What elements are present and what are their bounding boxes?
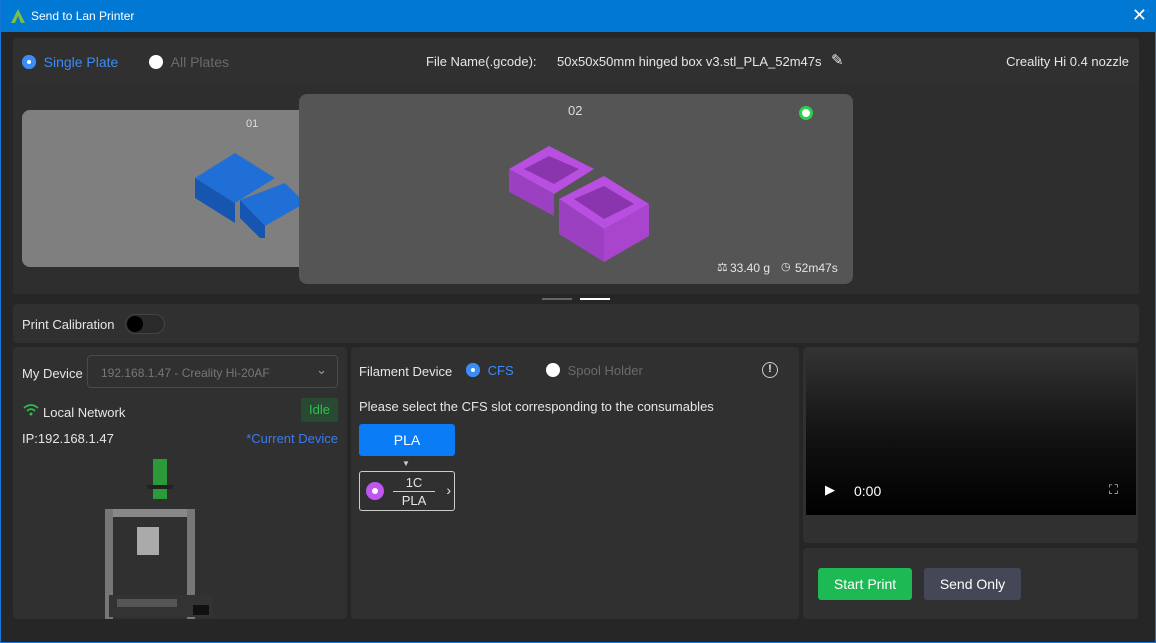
all-plates-radio[interactable]: All Plates [149, 54, 229, 70]
single-plate-radio[interactable]: Single Plate [22, 54, 118, 70]
title-bar: Send to Lan Printer ✕ [1, 0, 1156, 32]
current-device-label: *Current Device [246, 431, 338, 446]
cfs-radio[interactable]: CFS [466, 363, 514, 378]
plate-weight: 33.40 g [730, 261, 771, 275]
actions-panel: Start Print Send Only [803, 548, 1138, 619]
page-dot-2[interactable] [580, 298, 610, 300]
video-time: 0:00 [854, 483, 882, 499]
file-name-value: 50x50x50mm hinged box v3.stl_PLA_52m47s [557, 54, 822, 69]
cfs-slot-selector[interactable]: 1C PLA › [359, 471, 455, 511]
camera-panel: ▶ 0:00 ⛶ [803, 347, 1138, 543]
weight-icon: ⚖ [717, 260, 728, 274]
plate-options-bar: Single Plate All Plates File Name(.gcode… [13, 38, 1139, 84]
info-icon[interactable]: ! [762, 362, 778, 378]
send-only-button[interactable]: Send Only [924, 568, 1021, 600]
slot-material: PLA [401, 493, 427, 508]
camera-video[interactable]: ▶ 0:00 ⛶ [806, 348, 1136, 515]
printer-image [105, 459, 213, 619]
play-icon[interactable]: ▶ [825, 482, 835, 498]
device-ip: IP:192.168.1.47 [22, 431, 114, 446]
my-device-label: My Device [22, 366, 83, 381]
plate-model-thumbnail [509, 146, 649, 262]
slot-id: 1C [393, 475, 435, 492]
close-button[interactable]: ✕ [1132, 5, 1147, 26]
device-panel: My Device 192.168.1.47 - Creality Hi-20A… [13, 347, 347, 619]
start-print-button[interactable]: Start Print [818, 568, 912, 600]
page-dot-1[interactable] [542, 298, 572, 300]
device-select[interactable]: 192.168.1.47 - Creality Hi-20AF ⌄ [87, 355, 338, 388]
plate-card-02[interactable]: 02 ⚖ 33.40 g ◷ 52m47s [299, 94, 853, 284]
device-select-value: 192.168.1.47 - Creality Hi-20AF [101, 366, 270, 380]
slot-color-swatch [366, 482, 384, 500]
printer-preset: Creality Hi 0.4 nozzle [1006, 54, 1129, 69]
plate-card-01[interactable]: 01 [22, 110, 312, 267]
file-name-label: File Name(.gcode): [426, 54, 537, 69]
plate-label: 02 [568, 103, 583, 118]
filament-device-label: Filament Device [359, 364, 453, 379]
chevron-right-icon: › [446, 482, 451, 498]
material-chip: PLA [359, 424, 455, 456]
status-badge: Idle [301, 398, 338, 422]
print-calibration-toggle[interactable] [125, 314, 165, 334]
print-calibration-label: Print Calibration [22, 317, 115, 332]
window-title: Send to Lan Printer [31, 9, 135, 23]
plate-label: 01 [246, 118, 259, 130]
calibration-panel: Print Calibration [13, 304, 1139, 343]
plate-time: 52m47s [795, 261, 838, 275]
selected-plate-indicator [799, 106, 813, 120]
spool-holder-radio[interactable]: Spool Holder [546, 363, 643, 378]
plate-carousel: 01 02 ⚖ 33.40 g ◷ 52m47s [13, 84, 1139, 300]
fullscreen-icon[interactable]: ⛶ [1109, 482, 1118, 498]
edit-pencil-icon[interactable]: ✎ [831, 51, 844, 69]
app-logo-icon [11, 9, 25, 23]
clock-icon: ◷ [781, 261, 791, 273]
arrow-down-icon: ▼ [402, 459, 410, 468]
network-label: Local Network [43, 405, 126, 420]
filament-panel: Filament Device CFS Spool Holder ! Pleas… [351, 347, 799, 619]
cfs-instruction: Please select the CFS slot corresponding… [359, 399, 714, 414]
wifi-icon [23, 404, 39, 416]
plate-model-thumbnail [195, 153, 305, 238]
chevron-down-icon: ⌄ [316, 362, 327, 377]
